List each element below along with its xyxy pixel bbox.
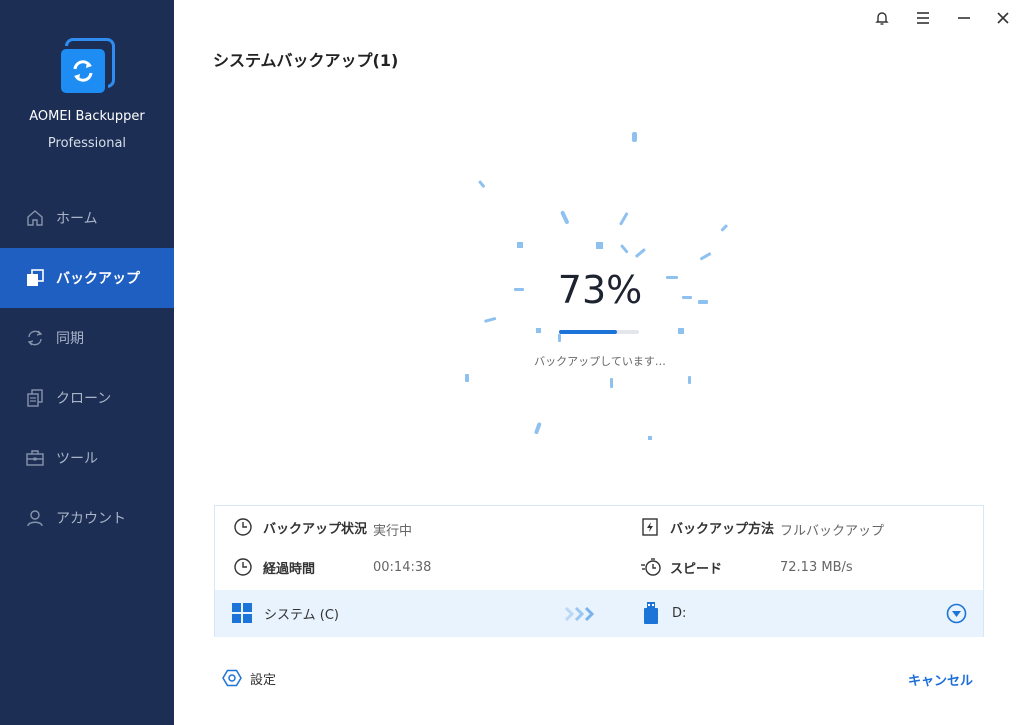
minimize-icon[interactable] [953, 8, 975, 28]
source-label: システム (C) [264, 607, 339, 623]
clone-icon [27, 389, 43, 407]
speed-icon [641, 558, 661, 576]
bell-icon[interactable] [871, 8, 893, 28]
sidebar-nav: ホーム バックアップ 同期 クローン ツール アカウント [0, 188, 174, 548]
sidebar-item-account[interactable]: アカウント [0, 488, 174, 548]
arrows-icon [565, 606, 595, 622]
backup-info-panel: バックアップ状況 実行中 バックアップ方法 フルバックアップ 経過時間 00:1… [214, 505, 984, 637]
speed-label: スピード [670, 561, 723, 577]
sidebar-item-home[interactable]: ホーム [0, 188, 174, 248]
elapsed-time-value: 00:14:38 [373, 560, 432, 575]
backup-status-cell: バックアップ状況 [233, 517, 367, 537]
user-icon [27, 510, 43, 527]
sidebar-item-tools[interactable]: ツール [0, 428, 174, 488]
elapsed-time-cell: 経過時間 [233, 557, 315, 577]
sidebar-item-backup[interactable]: バックアップ [0, 248, 174, 308]
progress-status: バックアップしています… [534, 355, 666, 368]
backup-status-value: 実行中 [373, 524, 413, 539]
sidebar: AOMEI Backupper Professional ホーム バックアップ … [0, 0, 174, 725]
sidebar-item-label: ツール [56, 451, 98, 467]
settings-hexagon-icon [222, 669, 242, 687]
sync-icon [27, 330, 43, 346]
sidebar-item-clone[interactable]: クローン [0, 368, 174, 428]
clock-status-icon [234, 518, 252, 536]
progress-bar-fill [559, 330, 618, 334]
backup-method-label: バックアップ方法 [670, 521, 775, 537]
settings-button[interactable]: 設定 [222, 668, 276, 688]
destination-label: D: [672, 605, 687, 621]
toolbox-icon [26, 450, 44, 466]
close-icon[interactable] [992, 8, 1014, 28]
elapsed-time-label: 経過時間 [263, 561, 316, 577]
progress-bar [559, 330, 639, 334]
sidebar-item-sync[interactable]: 同期 [0, 308, 174, 368]
backup-status-label: バックアップ状況 [263, 521, 368, 537]
home-icon [27, 210, 43, 226]
destination-cell: D: [643, 602, 686, 624]
sidebar-item-label: バックアップ [56, 271, 140, 287]
method-icon [642, 518, 658, 536]
settings-label: 設定 [250, 672, 277, 688]
speed-cell: スピード [640, 557, 722, 577]
progress-percent: 73% [557, 268, 643, 312]
app-logo [55, 38, 117, 100]
sidebar-item-label: アカウント [56, 511, 126, 527]
backup-icon [27, 269, 44, 286]
refresh-icon [73, 60, 93, 82]
app-edition: Professional [47, 136, 127, 151]
page-title: システムバックアップ(1) [213, 51, 399, 70]
windows-icon [232, 603, 252, 623]
menu-icon[interactable] [912, 8, 934, 28]
sidebar-item-label: クローン [56, 391, 112, 407]
app-name: AOMEI Backupper [29, 109, 145, 124]
backup-method-value: フルバックアップ [780, 524, 885, 539]
sidebar-item-label: 同期 [56, 331, 84, 347]
speed-value: 72.13 MB/s [780, 560, 853, 575]
cancel-button[interactable]: キャンセル [908, 670, 973, 689]
source-cell: システム (C) [232, 603, 339, 623]
sidebar-item-label: ホーム [56, 211, 98, 227]
usb-drive-icon [644, 602, 658, 624]
clock-icon [234, 558, 252, 576]
backup-method-cell: バックアップ方法 [640, 517, 774, 537]
backup-route-row: システム (C) D: [215, 590, 983, 637]
chevron-down-circle-icon[interactable] [946, 603, 967, 624]
